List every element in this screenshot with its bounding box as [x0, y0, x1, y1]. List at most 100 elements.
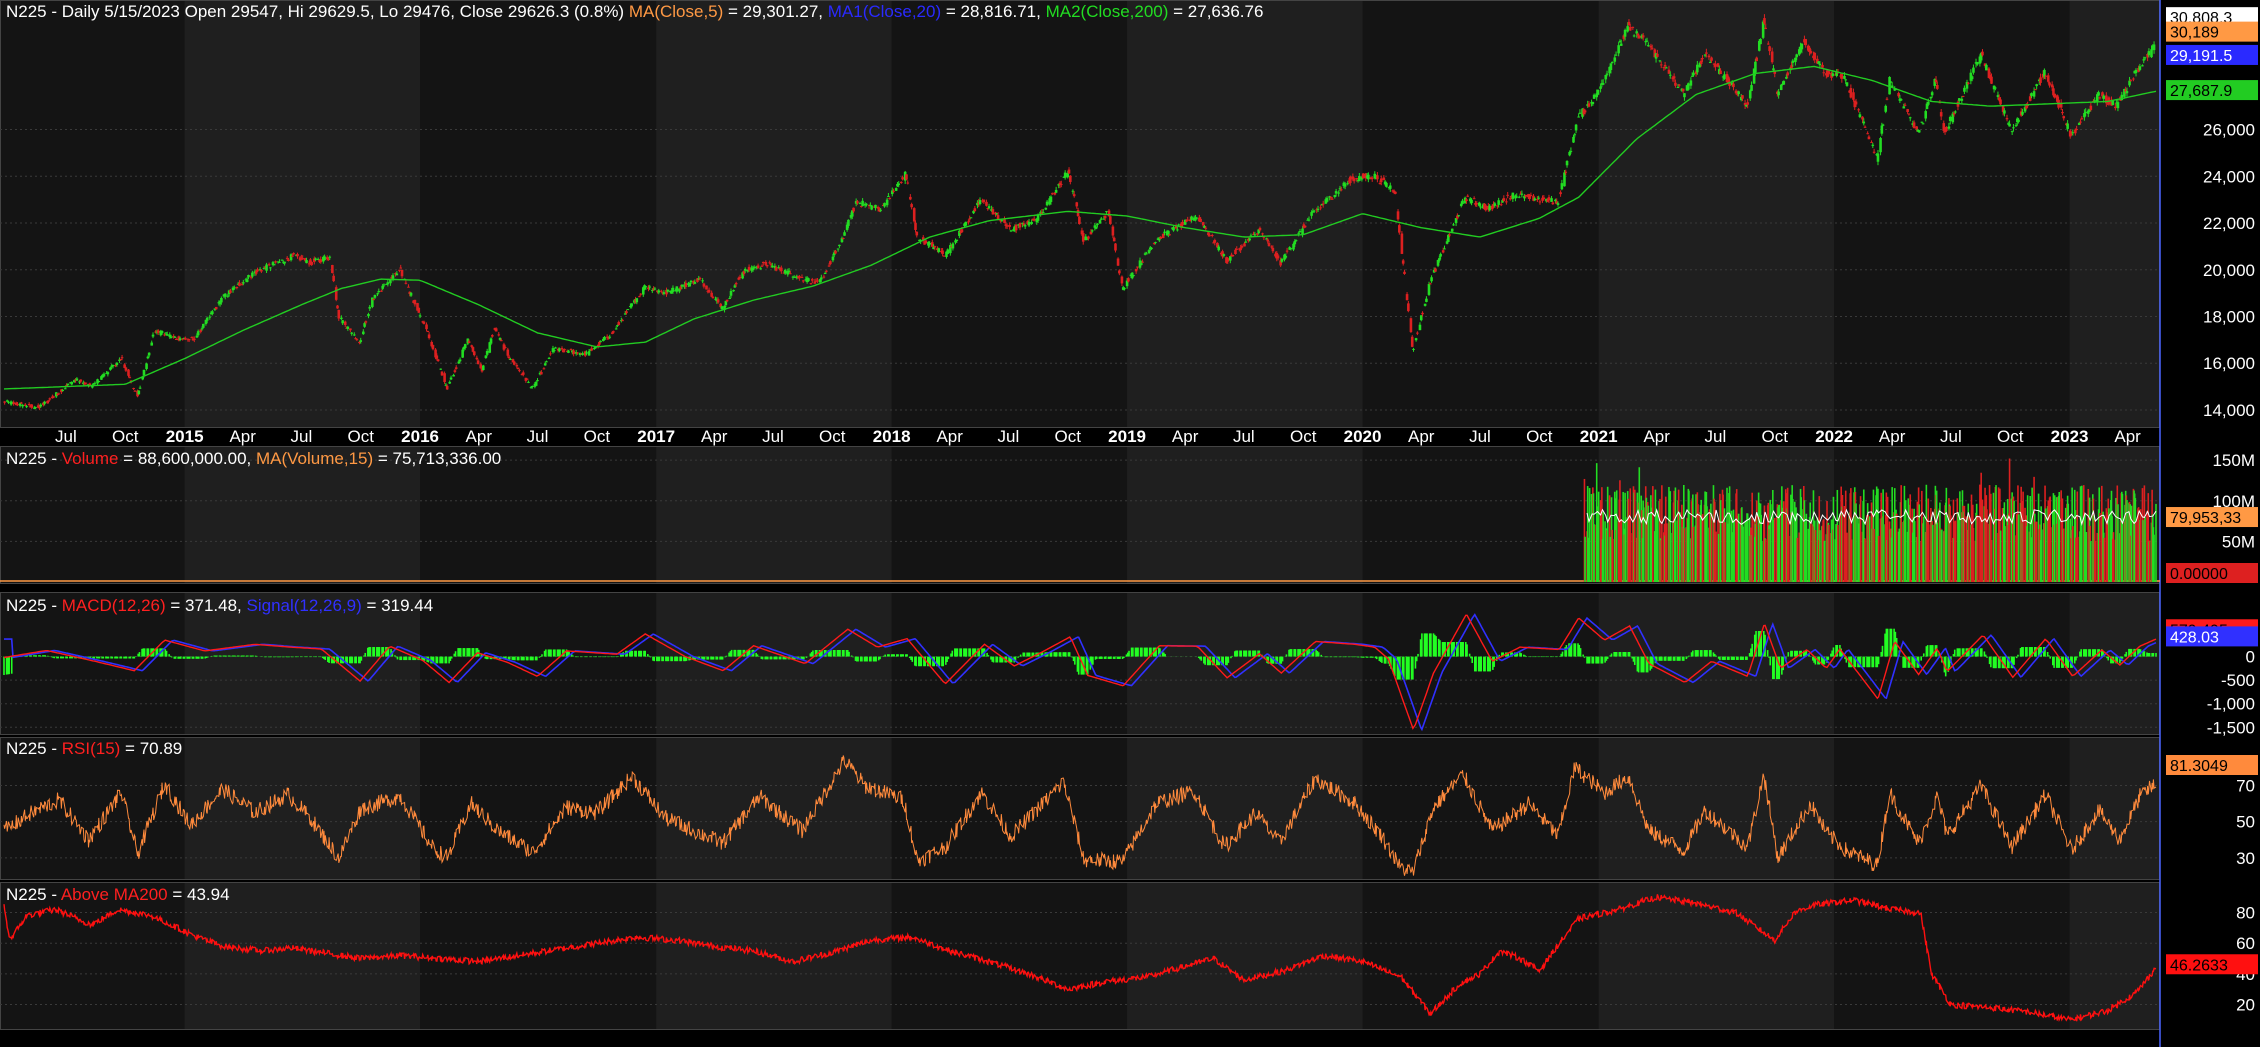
- price-candle[interactable]: [454, 367, 458, 369]
- price-candle[interactable]: [2152, 44, 2156, 51]
- price-candle[interactable]: [861, 200, 864, 207]
- price-candle[interactable]: [521, 372, 525, 375]
- price-candle[interactable]: [142, 369, 146, 376]
- price-candle[interactable]: [425, 324, 428, 330]
- price-candle[interactable]: [448, 381, 452, 384]
- price-candle[interactable]: [1945, 127, 1948, 132]
- price-candle[interactable]: [1800, 43, 1804, 50]
- price-candle[interactable]: [1334, 191, 1338, 194]
- price-candle[interactable]: [389, 279, 392, 284]
- price-candle[interactable]: [1948, 116, 1952, 122]
- price-candle[interactable]: [1367, 174, 1370, 180]
- price-candle[interactable]: [1466, 195, 1469, 197]
- price-candle[interactable]: [985, 201, 988, 206]
- price-candle[interactable]: [1190, 216, 1193, 220]
- price-candle[interactable]: [386, 282, 390, 285]
- price-candle[interactable]: [1401, 260, 1405, 264]
- price-candle[interactable]: [1448, 234, 1451, 236]
- price-candle[interactable]: [1312, 210, 1316, 212]
- price-candle[interactable]: [1505, 201, 1508, 203]
- price-candle[interactable]: [626, 309, 630, 311]
- price-candle[interactable]: [1750, 85, 1753, 91]
- price-candle[interactable]: [1000, 219, 1004, 221]
- price-candle[interactable]: [1210, 235, 1214, 237]
- price-candle[interactable]: [1578, 112, 1582, 114]
- price-candle[interactable]: [1421, 312, 1424, 315]
- price-candle[interactable]: [1343, 183, 1347, 187]
- price-candle[interactable]: [1502, 198, 1506, 202]
- price-candle[interactable]: [445, 385, 449, 390]
- price-candle[interactable]: [2102, 95, 2106, 99]
- price-candle[interactable]: [156, 330, 160, 333]
- price-candle[interactable]: [1319, 207, 1322, 209]
- price-candle[interactable]: [1857, 109, 1860, 111]
- price-candle[interactable]: [2030, 93, 2033, 97]
- price-candle[interactable]: [1099, 218, 1103, 220]
- price-candle[interactable]: [1872, 151, 1876, 153]
- price-candle[interactable]: [1385, 182, 1388, 187]
- price-candle[interactable]: [2089, 105, 2093, 110]
- price-candle[interactable]: [2039, 77, 2042, 83]
- price-candle[interactable]: [1396, 211, 1400, 220]
- price-candle[interactable]: [1637, 36, 1641, 39]
- price-candle[interactable]: [1499, 204, 1503, 206]
- price-candle[interactable]: [183, 337, 187, 340]
- price-candle[interactable]: [124, 367, 128, 371]
- price-candle[interactable]: [836, 248, 840, 250]
- price-candle[interactable]: [1109, 216, 1112, 224]
- price-candle[interactable]: [1870, 141, 1873, 143]
- price-candle[interactable]: [1777, 91, 1780, 96]
- price-candle[interactable]: [1271, 247, 1275, 252]
- price-candle[interactable]: [1307, 219, 1311, 221]
- price-candle[interactable]: [1059, 183, 1063, 185]
- price-candle[interactable]: [323, 256, 326, 261]
- price-candle[interactable]: [1741, 95, 1744, 99]
- price-candle[interactable]: [418, 315, 422, 317]
- price-candle[interactable]: [382, 284, 386, 286]
- price-candle[interactable]: [1461, 200, 1464, 204]
- price-candle[interactable]: [1732, 83, 1735, 88]
- price-candle[interactable]: [359, 340, 363, 342]
- price-candle[interactable]: [426, 331, 430, 333]
- price-candle[interactable]: [1484, 205, 1488, 211]
- price-candle[interactable]: [2093, 100, 2097, 102]
- price-candle[interactable]: [599, 341, 603, 343]
- price-candle[interactable]: [2017, 119, 2020, 122]
- price-candle[interactable]: [1069, 175, 1072, 182]
- price-candle[interactable]: [1915, 126, 1918, 130]
- price-candle[interactable]: [63, 388, 67, 390]
- price-candle[interactable]: [732, 290, 735, 292]
- price-candle[interactable]: [111, 364, 115, 367]
- price-candle[interactable]: [834, 250, 837, 254]
- price-candle[interactable]: [987, 206, 991, 209]
- price-candle[interactable]: [1027, 221, 1031, 226]
- price-candle[interactable]: [973, 208, 977, 211]
- price-candle[interactable]: [822, 276, 826, 278]
- price-candle[interactable]: [235, 286, 239, 289]
- price-candle[interactable]: [1427, 284, 1431, 295]
- price-candle[interactable]: [942, 255, 946, 257]
- price-candle[interactable]: [2084, 111, 2087, 114]
- price-candle[interactable]: [809, 283, 813, 285]
- price-candle[interactable]: [1063, 172, 1067, 178]
- price-candle[interactable]: [292, 253, 295, 255]
- price-candle[interactable]: [2116, 102, 2120, 109]
- price-candle[interactable]: [2111, 100, 2115, 105]
- price-candle[interactable]: [1231, 254, 1235, 257]
- price-candle[interactable]: [274, 261, 277, 263]
- price-candle[interactable]: [1863, 126, 1867, 128]
- price-candle[interactable]: [2005, 118, 2009, 120]
- price-candle[interactable]: [1213, 239, 1217, 243]
- price-candle[interactable]: [614, 328, 618, 330]
- price-candle[interactable]: [1822, 72, 1826, 74]
- price-candle[interactable]: [1072, 194, 1076, 197]
- price-candle[interactable]: [912, 208, 916, 222]
- price-candle[interactable]: [1647, 45, 1650, 47]
- price-candle[interactable]: [398, 269, 401, 271]
- price-candle[interactable]: [417, 307, 421, 313]
- price-candle[interactable]: [220, 297, 223, 303]
- price-candle[interactable]: [2138, 66, 2142, 70]
- price-candle[interactable]: [1663, 64, 1667, 67]
- price-candle[interactable]: [1120, 276, 1124, 284]
- price-candle[interactable]: [1844, 79, 1848, 81]
